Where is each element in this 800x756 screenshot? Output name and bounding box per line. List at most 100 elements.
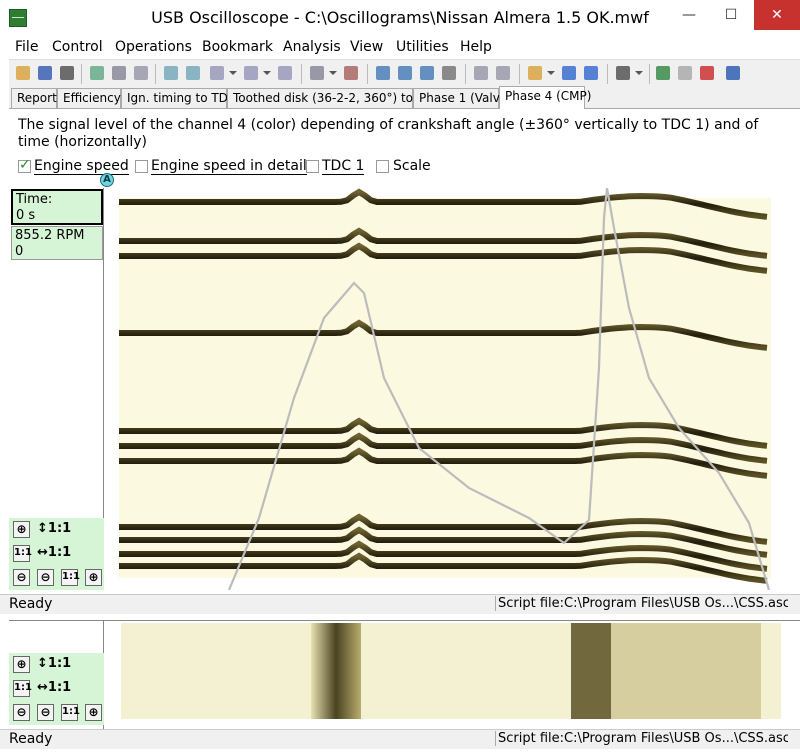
menu-view[interactable]: View: [350, 39, 383, 55]
tdc-1-label: TDC 1: [322, 158, 365, 175]
rpm-sub-value: 0: [15, 244, 24, 259]
toolbar-separator: [155, 64, 156, 84]
help-icon[interactable]: [723, 63, 743, 83]
display-dropdown-arrow[interactable]: [329, 71, 337, 75]
delete-marker-icon[interactable]: [341, 63, 361, 83]
background-script-file-status: Script file:C:\Program Files\USB Os...\C…: [495, 731, 788, 746]
toolbar: [9, 59, 800, 87]
tab-report[interactable]: Report: [11, 88, 57, 108]
check-all-icon[interactable]: [417, 63, 437, 83]
toolbar-separator: [649, 64, 650, 84]
engine-speed-checkbox[interactable]: [18, 157, 31, 173]
check-down-icon[interactable]: [395, 63, 415, 83]
menu-analysis[interactable]: Analysis: [283, 39, 341, 55]
background-dark-band: [311, 623, 361, 719]
bg-horizontal-scale-label: ↔1:1: [37, 680, 72, 695]
background-plot: [121, 623, 781, 719]
time-readout[interactable]: Time: 0 s: [11, 189, 103, 225]
toolbar-separator: [301, 64, 302, 84]
bg-zoom-out-horizontal-button[interactable]: ⊖: [37, 704, 54, 721]
bg-zoom-in-horizontal-button[interactable]: ⊕: [85, 704, 102, 721]
zoom-in-horizontal-button[interactable]: ⊕: [85, 569, 102, 586]
menu-bar: File Control Operations Bookmark Analysi…: [0, 37, 800, 59]
zoom-out-horizontal-button[interactable]: ⊖: [37, 569, 54, 586]
menu-bookmark[interactable]: Bookmark: [202, 39, 273, 55]
tab-phase-1-valve[interactable]: Phase 1 (Valve): [413, 88, 512, 108]
layout-dropdown-arrow[interactable]: [635, 71, 643, 75]
bg-zoom-in-vertical-button[interactable]: ⊕: [13, 656, 30, 673]
background-zoom-controls: ⊕ ↕1:1 1:1 ↔1:1 ⊖ ⊖ 1:1 ⊕: [9, 653, 104, 725]
background-status-bar: Ready Script file:C:\Program Files\USB O…: [0, 729, 800, 749]
tab-efficiency[interactable]: Efficiency: [57, 88, 121, 108]
filter-dropdown-arrow[interactable]: [229, 71, 237, 75]
menu-help[interactable]: Help: [460, 39, 492, 55]
zoom-out-button[interactable]: ⊖: [13, 569, 30, 586]
menu-control[interactable]: Control: [52, 39, 103, 55]
chart-icon[interactable]: [653, 63, 673, 83]
close-document-icon[interactable]: [697, 63, 717, 83]
horizontal-scale-label: ↔1:1: [37, 545, 72, 560]
copy-icon[interactable]: [109, 63, 129, 83]
bg-reset-vertical-button[interactable]: 1:1: [13, 680, 32, 697]
phase-plot[interactable]: [109, 188, 789, 590]
zoom-in-vertical-button[interactable]: ⊕: [13, 521, 30, 538]
background-side-panel: ⊕ ↕1:1 1:1 ↔1:1 ⊖ ⊖ 1:1 ⊕: [9, 621, 104, 729]
title-bar: USB Oscilloscope - C:\Oscillograms\Nissa…: [0, 0, 800, 37]
step-script-icon[interactable]: [581, 63, 601, 83]
rpm-value: 855.2 RPM: [15, 228, 85, 243]
tab-toothed-disk[interactable]: Toothed disk (36-2-2, 360°) to TDC 1: [227, 88, 453, 108]
display-icon[interactable]: [307, 63, 327, 83]
grid-icon[interactable]: [471, 63, 491, 83]
save-icon[interactable]: [35, 63, 55, 83]
main-content: The signal level of the channel 4 (color…: [9, 109, 800, 594]
chart-description: The signal level of the channel 4 (color…: [18, 117, 759, 150]
check-icon[interactable]: [373, 63, 393, 83]
bg-reset-zoom-button[interactable]: 1:1: [61, 704, 80, 721]
bg-zoom-out-button[interactable]: ⊖: [13, 704, 30, 721]
menu-operations[interactable]: Operations: [115, 39, 192, 55]
toolbar-separator: [519, 64, 520, 84]
marker-a-icon[interactable]: A: [100, 173, 114, 187]
screenshot-icon[interactable]: [87, 63, 107, 83]
tdc-1-checkbox[interactable]: [306, 160, 319, 173]
page-icon[interactable]: [439, 63, 459, 83]
smooth-dropdown-arrow[interactable]: [263, 71, 271, 75]
open-script-icon[interactable]: [525, 63, 545, 83]
rpm-readout[interactable]: 855.2 RPM 0: [11, 226, 103, 260]
run-script-icon[interactable]: [559, 63, 579, 83]
background-dark-band: [571, 623, 611, 719]
script-dropdown-arrow[interactable]: [547, 71, 555, 75]
undo-icon[interactable]: [275, 63, 295, 83]
script-file-status: Script file:C:\Program Files\USB Os...\C…: [495, 596, 788, 611]
menu-utilities[interactable]: Utilities: [396, 39, 449, 55]
time-value: 0 s: [16, 208, 36, 223]
engine-speed-label: Engine speed: [34, 158, 129, 175]
print-icon[interactable]: [57, 63, 77, 83]
paste-icon[interactable]: [131, 63, 151, 83]
close-button[interactable]: ✕: [754, 0, 800, 30]
maximize-button[interactable]: ☐: [708, 0, 754, 30]
measure-icon[interactable]: [183, 63, 203, 83]
filter-icon[interactable]: [207, 63, 227, 83]
scale-label: Scale: [393, 158, 431, 174]
engine-speed-detail-checkbox[interactable]: [135, 160, 148, 173]
cursor-icon[interactable]: [161, 63, 181, 83]
document-icon[interactable]: [675, 63, 695, 83]
status-text: Ready: [9, 596, 53, 612]
scale-checkbox[interactable]: [376, 160, 389, 173]
time-label: Time:: [16, 192, 53, 207]
toolbar-separator: [465, 64, 466, 84]
reset-vertical-button[interactable]: 1:1: [13, 545, 32, 562]
layout-icon[interactable]: [613, 63, 633, 83]
brush-icon[interactable]: [493, 63, 513, 83]
minimize-button[interactable]: —: [666, 0, 712, 30]
tab-ign-timing[interactable]: Ign. timing to TDC 1: [121, 88, 248, 108]
menu-file[interactable]: File: [15, 39, 38, 55]
zoom-controls: ⊕ ↕1:1 1:1 ↔1:1 ⊖ ⊖ 1:1 ⊕: [9, 518, 104, 590]
reset-zoom-button[interactable]: 1:1: [61, 569, 80, 586]
smooth-icon[interactable]: [241, 63, 261, 83]
background-mid-band: [611, 623, 761, 719]
side-panel: Time: 0 s 855.2 RPM 0 ⊕ ↕1:1 1:1 ↔1:1 ⊖ …: [9, 188, 104, 590]
tab-phase-4-cmp[interactable]: Phase 4 (CMP): [499, 86, 591, 109]
open-folder-icon[interactable]: [13, 63, 33, 83]
